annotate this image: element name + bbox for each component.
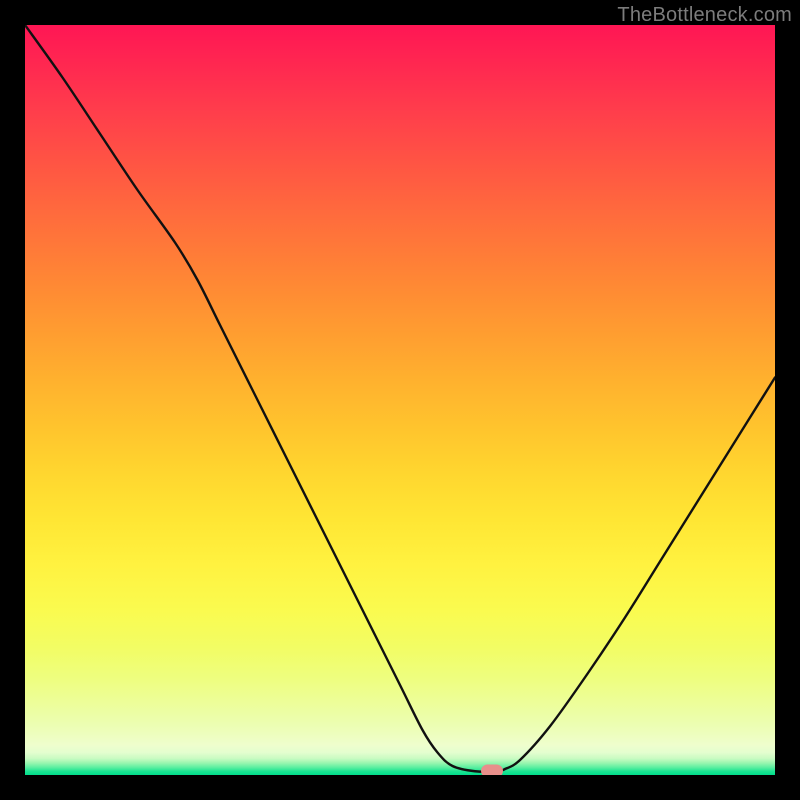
chart-frame: TheBottleneck.com xyxy=(0,0,800,800)
curve-layer xyxy=(25,25,775,775)
plot-area xyxy=(25,25,775,775)
watermark-text: TheBottleneck.com xyxy=(617,4,792,27)
bottleneck-curve xyxy=(25,25,775,772)
optimum-marker xyxy=(481,764,503,775)
